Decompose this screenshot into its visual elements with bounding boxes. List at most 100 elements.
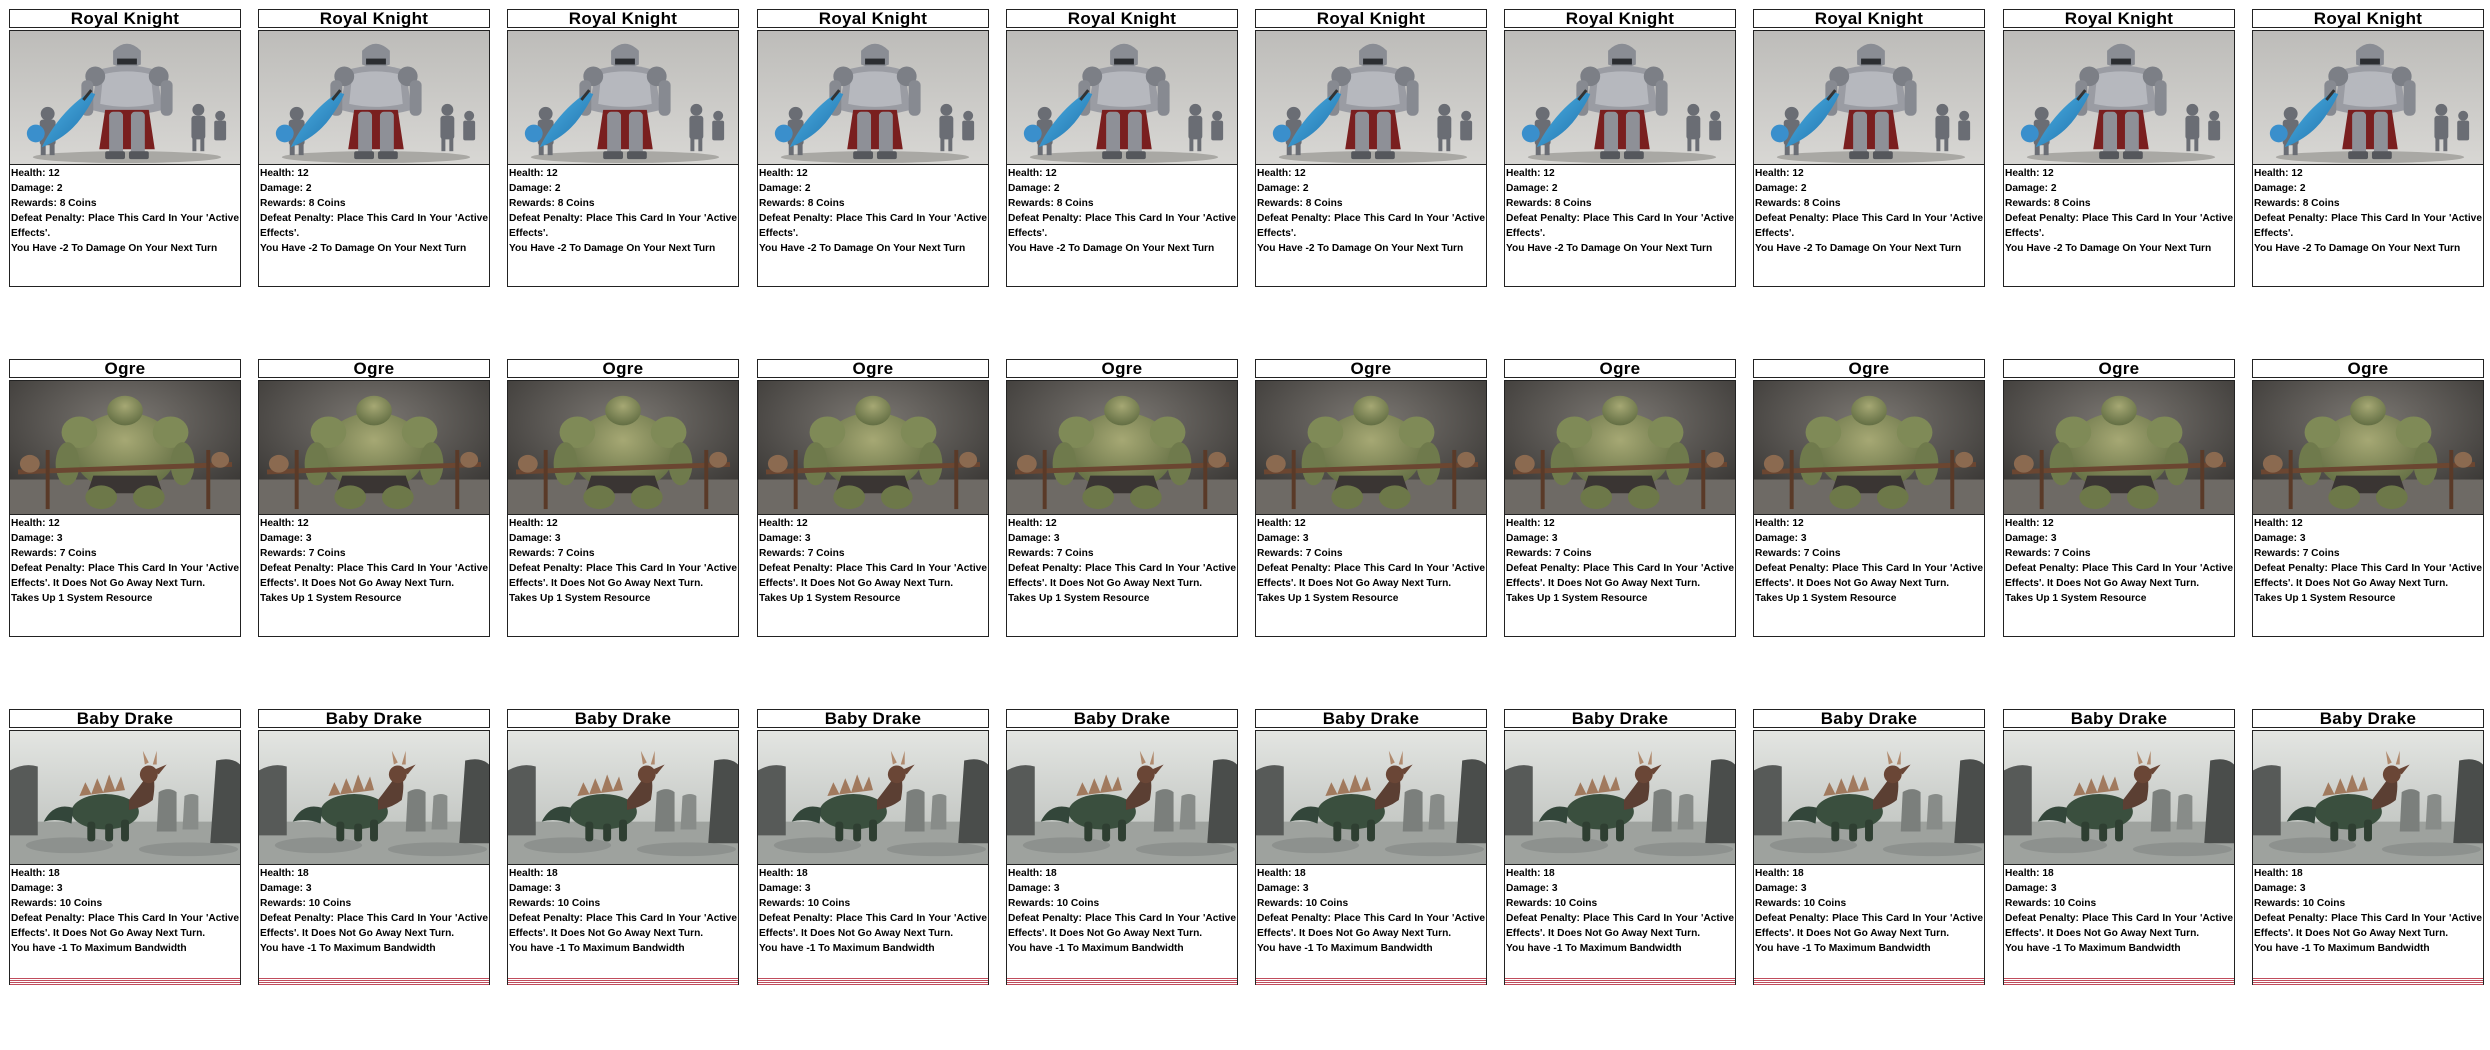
rewards-stat: Rewards: 10 Coins [1506, 898, 1598, 909]
effect-text: Takes Up 1 System Resource [260, 593, 402, 604]
royal-knight-illustration [1255, 30, 1487, 165]
card-stats: Health: 18 Damage: 3 Rewards: 10 Coins Defe… [9, 865, 241, 978]
card-title: Ogre [1006, 359, 1238, 378]
card-stats: Health: 18 Damage: 3 Rewards: 10 Coins Defe… [1504, 865, 1736, 978]
card-stats: Health: 18 Damage: 3 Rewards: 10 Coins Defe… [1006, 865, 1238, 978]
rewards-stat: Rewards: 10 Coins [759, 898, 851, 909]
card-ogre[interactable]: Ogre Health: 12 Damage: 3 Rewards: 7 Coins… [2252, 359, 2484, 637]
card-drake[interactable]: Baby Drake Health: 18 Damage: 3 Rewards:… [757, 709, 989, 985]
card-cut-edge [258, 978, 490, 985]
card-drake[interactable]: Baby Drake Health: 18 Damage: 3 Rewards:… [1255, 709, 1487, 985]
card-knight[interactable]: Royal Knight Health: 12 Damage: 2 Reward… [1753, 9, 1985, 287]
card-knight[interactable]: Royal Knight Health: 12 Damage: 2 Reward… [9, 9, 241, 287]
baby-drake-illustration [1255, 730, 1487, 865]
card-ogre[interactable]: Ogre Health: 12 Damage: 3 Rewards: 7 Coins… [2003, 359, 2235, 637]
card-ogre[interactable]: Ogre Health: 12 Damage: 3 Rewards: 7 Coins… [1753, 359, 1985, 637]
effect-text: You have -1 To Maximum Bandwidth [2254, 943, 2430, 954]
damage-stat: Damage: 2 [11, 183, 63, 194]
health-stat: Health: 12 [1755, 518, 1804, 529]
baby-drake-illustration [258, 730, 490, 865]
defeat-penalty-text: Defeat Penalty: Place This Card In Your … [1008, 563, 1236, 589]
card-cut-edge [757, 978, 989, 985]
card-drake[interactable]: Baby Drake Health: 18 Damage: 3 Rewards:… [1006, 709, 1238, 985]
card-ogre[interactable]: Ogre Health: 12 Damage: 3 Rewards: 7 Coins… [1255, 359, 1487, 637]
health-stat: Health: 12 [509, 168, 558, 179]
defeat-penalty-text: Defeat Penalty: Place This Card In Your … [759, 913, 987, 939]
card-drake[interactable]: Baby Drake Health: 18 Damage: 3 Rewards:… [1753, 709, 1985, 985]
card-cut-edge [1006, 978, 1238, 985]
rewards-stat: Rewards: 10 Coins [1008, 898, 1100, 909]
damage-stat: Damage: 2 [1755, 183, 1807, 194]
rewards-stat: Rewards: 10 Coins [11, 898, 103, 909]
damage-stat: Damage: 3 [260, 533, 312, 544]
card-knight[interactable]: Royal Knight Health: 12 Damage: 2 Reward… [2003, 9, 2235, 287]
card-title: Royal Knight [757, 9, 989, 28]
card-drake[interactable]: Baby Drake Health: 18 Damage: 3 Rewards:… [9, 709, 241, 985]
card-knight[interactable]: Royal Knight Health: 12 Damage: 2 Reward… [2252, 9, 2484, 287]
effect-text: Takes Up 1 System Resource [509, 593, 651, 604]
card-knight[interactable]: Royal Knight Health: 12 Damage: 2 Reward… [1255, 9, 1487, 287]
card-drake[interactable]: Baby Drake Health: 18 Damage: 3 Rewards:… [2003, 709, 2235, 985]
card-stats: Health: 12 Damage: 2 Rewards: 8 Coins Defea… [1504, 165, 1736, 287]
baby-drake-illustration [9, 730, 241, 865]
card-ogre[interactable]: Ogre Health: 12 Damage: 3 Rewards: 7 Coins… [1504, 359, 1736, 637]
card-drake[interactable]: Baby Drake Health: 18 Damage: 3 Rewards:… [507, 709, 739, 985]
defeat-penalty-text: Defeat Penalty: Place This Card In Your … [2254, 913, 2482, 939]
damage-stat: Damage: 3 [509, 533, 561, 544]
card-knight[interactable]: Royal Knight Health: 12 Damage: 2 Reward… [1006, 9, 1238, 287]
ogre-illustration [1504, 380, 1736, 515]
damage-stat: Damage: 2 [1506, 183, 1558, 194]
effect-text: Takes Up 1 System Resource [1008, 593, 1150, 604]
card-ogre[interactable]: Ogre Health: 12 Damage: 3 Rewards: 7 Coins… [507, 359, 739, 637]
damage-stat: Damage: 3 [2005, 883, 2057, 894]
rewards-stat: Rewards: 7 Coins [759, 548, 845, 559]
card-ogre[interactable]: Ogre Health: 12 Damage: 3 Rewards: 7 Coins… [258, 359, 490, 637]
rewards-stat: Rewards: 8 Coins [2254, 198, 2340, 209]
defeat-penalty-text: Defeat Penalty: Place This Card In Your … [1257, 563, 1485, 589]
damage-stat: Damage: 3 [759, 533, 811, 544]
card-knight[interactable]: Royal Knight Health: 12 Damage: 2 Reward… [258, 9, 490, 287]
effect-text: Takes Up 1 System Resource [2254, 593, 2396, 604]
health-stat: Health: 12 [1506, 518, 1555, 529]
rewards-stat: Rewards: 7 Coins [1755, 548, 1841, 559]
card-stats: Health: 12 Damage: 3 Rewards: 7 Coins Defea… [9, 515, 241, 637]
card-ogre[interactable]: Ogre Health: 12 Damage: 3 Rewards: 7 Coins… [757, 359, 989, 637]
rewards-stat: Rewards: 7 Coins [2005, 548, 2091, 559]
card-stats: Health: 18 Damage: 3 Rewards: 10 Coins Defe… [258, 865, 490, 978]
card-stats: Health: 12 Damage: 3 Rewards: 7 Coins Defea… [1006, 515, 1238, 637]
card-drake[interactable]: Baby Drake Health: 18 Damage: 3 Rewards:… [2252, 709, 2484, 985]
damage-stat: Damage: 3 [759, 883, 811, 894]
card-stats: Health: 12 Damage: 2 Rewards: 8 Coins Defea… [258, 165, 490, 287]
ogre-illustration [1006, 380, 1238, 515]
defeat-penalty-text: Defeat Penalty: Place This Card In Your … [11, 213, 239, 239]
card-ogre[interactable]: Ogre Health: 12 Damage: 3 Rewards: 7 Coins… [9, 359, 241, 637]
effect-text: Takes Up 1 System Resource [1506, 593, 1648, 604]
ogre-illustration [757, 380, 989, 515]
card-title: Ogre [258, 359, 490, 378]
damage-stat: Damage: 3 [1506, 883, 1558, 894]
damage-stat: Damage: 3 [509, 883, 561, 894]
defeat-penalty-text: Defeat Penalty: Place This Card In Your … [260, 213, 488, 239]
card-ogre[interactable]: Ogre Health: 12 Damage: 3 Rewards: 7 Coins… [1006, 359, 1238, 637]
ogre-illustration [258, 380, 490, 515]
ogre-illustration [1255, 380, 1487, 515]
card-title: Baby Drake [258, 709, 490, 728]
defeat-penalty-text: Defeat Penalty: Place This Card In Your … [1755, 913, 1983, 939]
effect-text: You Have -2 To Damage On Your Next Turn [509, 243, 716, 254]
card-knight[interactable]: Royal Knight Health: 12 Damage: 2 Reward… [757, 9, 989, 287]
health-stat: Health: 18 [1506, 868, 1555, 879]
card-title: Royal Knight [258, 9, 490, 28]
card-drake[interactable]: Baby Drake Health: 18 Damage: 3 Rewards:… [1504, 709, 1736, 985]
card-knight[interactable]: Royal Knight Health: 12 Damage: 2 Reward… [1504, 9, 1736, 287]
card-drake[interactable]: Baby Drake Health: 18 Damage: 3 Rewards:… [258, 709, 490, 985]
card-knight[interactable]: Royal Knight Health: 12 Damage: 2 Reward… [507, 9, 739, 287]
card-title: Ogre [2252, 359, 2484, 378]
defeat-penalty-text: Defeat Penalty: Place This Card In Your … [1008, 913, 1236, 939]
damage-stat: Damage: 2 [759, 183, 811, 194]
effect-text: Takes Up 1 System Resource [759, 593, 901, 604]
rewards-stat: Rewards: 7 Coins [2254, 548, 2340, 559]
health-stat: Health: 12 [11, 518, 60, 529]
health-stat: Health: 18 [2254, 868, 2303, 879]
health-stat: Health: 12 [1257, 168, 1306, 179]
rewards-stat: Rewards: 10 Coins [509, 898, 601, 909]
